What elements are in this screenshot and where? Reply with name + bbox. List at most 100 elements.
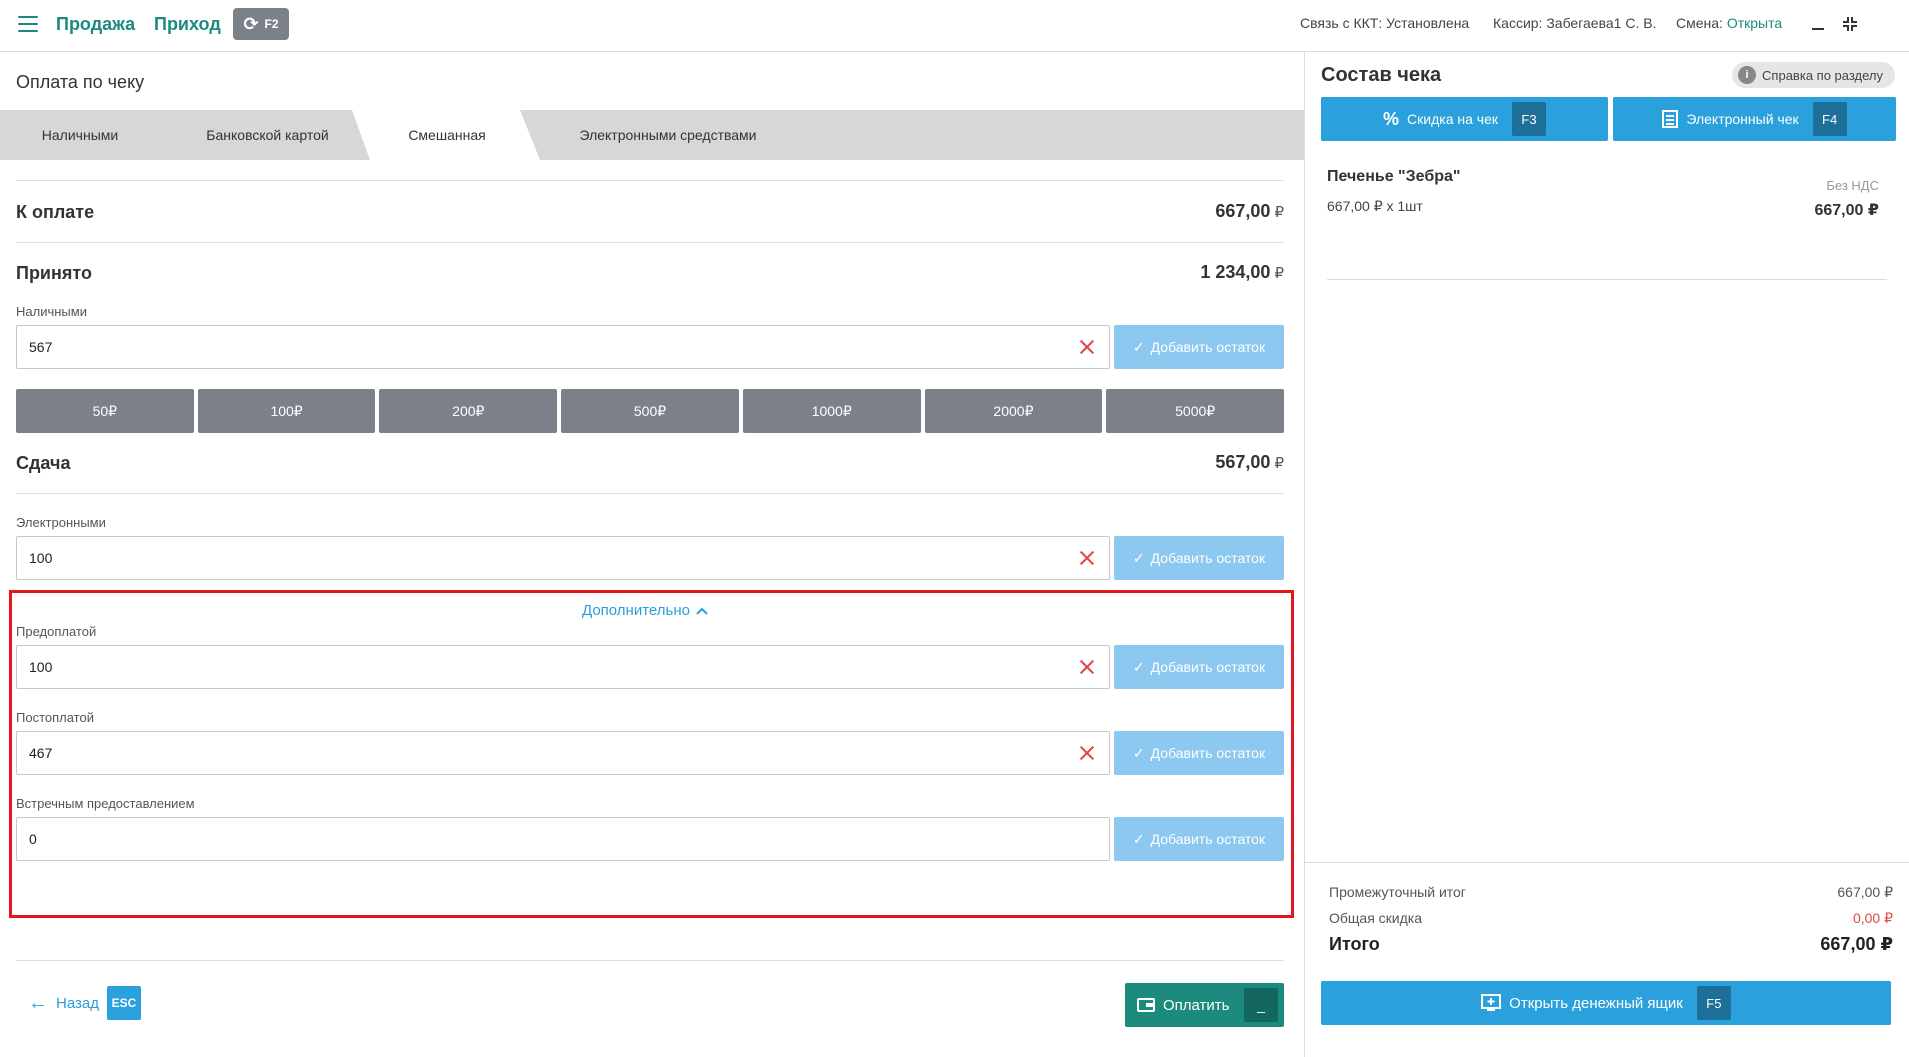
mode-sale-link[interactable]: Продажа bbox=[56, 14, 135, 35]
cash-button-1000[interactable]: 1000₽ bbox=[742, 389, 921, 433]
cash-drawer-icon bbox=[1481, 994, 1502, 1011]
item-vat: Без НДС bbox=[1826, 178, 1879, 193]
payment-tabs: Наличными Банковской картой Смешанная Эл… bbox=[0, 110, 1304, 160]
postpaid-field-label: Постоплатой bbox=[16, 710, 94, 725]
tab-mixed[interactable]: Смешанная bbox=[372, 110, 522, 160]
cash-button-2000[interactable]: 2000₽ bbox=[924, 389, 1103, 433]
received-label: Принято bbox=[16, 263, 92, 283]
help-label: Справка по разделу bbox=[1762, 67, 1883, 83]
document-icon bbox=[1662, 110, 1679, 128]
change-amount: 567,00 bbox=[1215, 452, 1271, 472]
pay-key-badge: _ bbox=[1244, 988, 1278, 1022]
to-pay-amount: 667,00 bbox=[1215, 201, 1271, 221]
open-drawer-button[interactable]: Открыть денежный ящик F5 bbox=[1321, 981, 1891, 1025]
cash-button-500[interactable]: 500₽ bbox=[561, 389, 739, 433]
cash-button-5000[interactable]: 5000₽ bbox=[1106, 389, 1285, 433]
add-rest-label: Добавить остаток bbox=[1150, 659, 1266, 675]
wallet-icon bbox=[1137, 998, 1155, 1012]
mode-income-link[interactable]: Приход bbox=[154, 14, 221, 35]
f5-key-badge: F5 bbox=[1696, 986, 1731, 1020]
cash-button-200[interactable]: 200₽ bbox=[379, 389, 558, 433]
arrow-left-icon: ← bbox=[28, 991, 48, 1014]
electronic-input[interactable]: 100 bbox=[16, 536, 1110, 580]
help-button[interactable]: i Справка по разделу bbox=[1732, 62, 1895, 88]
subtotal-value: 667,00 ₽ bbox=[1837, 884, 1893, 900]
add-rest-label: Добавить остаток bbox=[1150, 339, 1266, 355]
counter-input-value: 0 bbox=[29, 831, 37, 847]
sync-key: F2 bbox=[264, 17, 279, 31]
add-rest-label: Добавить остаток bbox=[1150, 550, 1266, 566]
add-rest-prepaid-button[interactable]: ✓ Добавить остаток bbox=[1114, 645, 1284, 689]
receipt-item[interactable]: Печенье "Зебра" 667,00 ₽ x 1шт Без НДС 6… bbox=[1327, 160, 1887, 280]
fullscreen-exit-icon[interactable] bbox=[1840, 14, 1860, 34]
cash-button-50[interactable]: 50₽ bbox=[16, 389, 194, 433]
change-value: 567,00 ₽ bbox=[1215, 452, 1284, 473]
change-label: Сдача bbox=[16, 453, 71, 473]
info-icon: i bbox=[1738, 66, 1757, 84]
receipt-panel: Состав чека i Справка по разделу % Скидк… bbox=[1304, 52, 1909, 1057]
cash-input-value: 567 bbox=[29, 339, 53, 355]
received-value: 1 234,00 ₽ bbox=[1200, 262, 1284, 283]
prepaid-input[interactable]: 100 bbox=[16, 645, 1110, 689]
postpaid-input[interactable]: 467 bbox=[16, 731, 1110, 775]
divider bbox=[16, 493, 1284, 494]
menu-icon[interactable] bbox=[18, 16, 38, 32]
tab-cash[interactable]: Наличными bbox=[0, 110, 160, 160]
clear-icon[interactable] bbox=[1077, 743, 1097, 763]
check-icon: ✓ bbox=[1132, 338, 1145, 355]
clear-icon[interactable] bbox=[1077, 337, 1097, 357]
clear-icon[interactable] bbox=[1077, 657, 1097, 677]
top-bar: Продажа Приход ⟳ F2 Связь с ККТ: Установ… bbox=[0, 0, 1909, 52]
shift-status: Смена: Открыта bbox=[1676, 15, 1782, 31]
add-rest-label: Добавить остаток bbox=[1150, 831, 1266, 847]
payment-panel: Оплата по чеку Наличными Банковской карт… bbox=[0, 52, 1304, 1057]
minimize-icon[interactable] bbox=[1808, 14, 1828, 34]
cashier-status: Кассир: Забегаева1 С. В. bbox=[1493, 15, 1657, 31]
clear-icon[interactable] bbox=[1077, 548, 1097, 568]
back-button[interactable]: ← Назад ESC bbox=[28, 986, 141, 1020]
currency: ₽ bbox=[1274, 204, 1284, 221]
kkt-status: Связь с ККТ: Установлена bbox=[1300, 15, 1470, 31]
shift-label: Смена: bbox=[1676, 15, 1723, 31]
subtotal-label: Промежуточный итог bbox=[1329, 884, 1466, 900]
electronic-input-value: 100 bbox=[29, 550, 53, 566]
receipt-title: Состав чека bbox=[1321, 64, 1442, 86]
f3-key-badge: F3 bbox=[1511, 102, 1546, 136]
to-pay-label: К оплате bbox=[16, 202, 95, 222]
additional-toggle[interactable]: Дополнительно bbox=[582, 602, 708, 619]
total-label: Итого bbox=[1329, 934, 1380, 954]
pay-button[interactable]: Оплатить _ bbox=[1125, 983, 1284, 1027]
to-pay-value: 667,00 ₽ bbox=[1215, 201, 1284, 222]
item-sum: 667,00 ₽ bbox=[1814, 202, 1879, 219]
sync-button[interactable]: ⟳ F2 bbox=[233, 8, 289, 40]
receipt-discount-button[interactable]: % Скидка на чек F3 bbox=[1321, 97, 1608, 141]
check-icon: ✓ bbox=[1132, 549, 1145, 566]
cash-button-100[interactable]: 100₽ bbox=[197, 389, 376, 433]
add-rest-cash-button[interactable]: ✓ Добавить остаток bbox=[1114, 325, 1284, 369]
drawer-label: Открыть денежный ящик bbox=[1509, 994, 1683, 1012]
pay-label: Оплатить bbox=[1163, 996, 1230, 1014]
discount-total-value: 0,00 ₽ bbox=[1852, 910, 1893, 926]
currency: ₽ bbox=[1274, 455, 1284, 472]
add-rest-counter-button[interactable]: ✓ Добавить остаток bbox=[1114, 817, 1284, 861]
add-rest-postpaid-button[interactable]: ✓ Добавить остаток bbox=[1114, 731, 1284, 775]
chevron-up-icon bbox=[696, 607, 708, 615]
tab-electronic[interactable]: Электронными средствами bbox=[560, 110, 776, 160]
prepaid-field-label: Предоплатой bbox=[16, 624, 97, 639]
cash-input[interactable]: 567 bbox=[16, 325, 1110, 369]
add-rest-electronic-button[interactable]: ✓ Добавить остаток bbox=[1114, 536, 1284, 580]
additional-toggle-label: Дополнительно bbox=[582, 602, 690, 619]
esc-key-badge: ESC bbox=[106, 986, 141, 1020]
counter-field-label: Встречным предоставлением bbox=[16, 796, 195, 811]
f4-key-badge: F4 bbox=[1812, 102, 1847, 136]
discount-total-label: Общая скидка bbox=[1329, 910, 1423, 926]
tab-card[interactable]: Банковской картой bbox=[180, 110, 355, 160]
check-icon: ✓ bbox=[1132, 830, 1145, 847]
divider bbox=[1305, 862, 1909, 863]
divider bbox=[16, 180, 1284, 181]
counter-input[interactable]: 0 bbox=[16, 817, 1110, 861]
electronic-receipt-button[interactable]: Электронный чек F4 bbox=[1613, 97, 1896, 141]
electronic-field-label: Электронными bbox=[16, 515, 106, 530]
item-name: Печенье "Зебра" bbox=[1327, 168, 1461, 185]
page-title: Оплата по чеку bbox=[16, 72, 145, 92]
